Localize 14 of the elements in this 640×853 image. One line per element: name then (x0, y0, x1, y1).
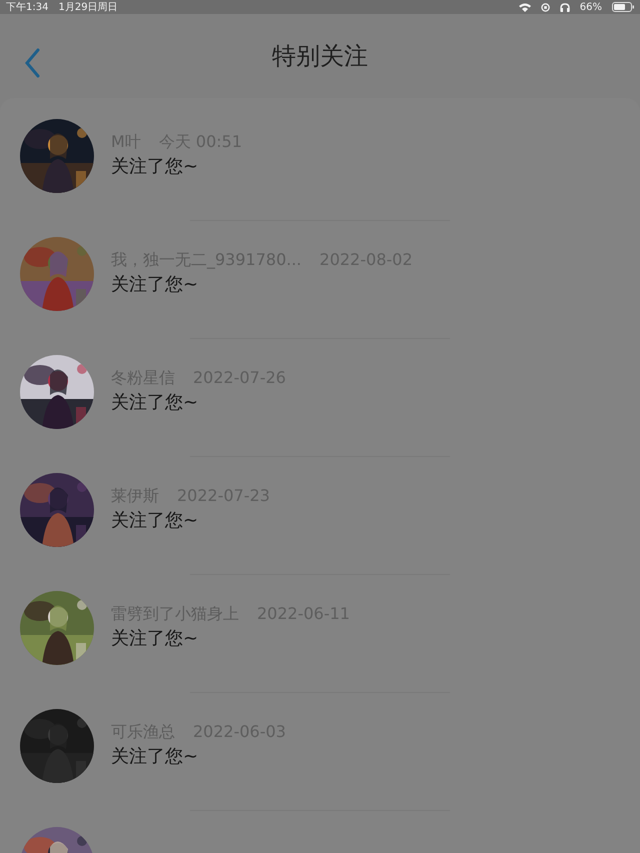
orientation-lock-icon (540, 2, 550, 12)
page-title: 特别关注 (272, 41, 368, 72)
status-date: 1月29日周日 (58, 1, 118, 14)
status-time: 下午1:34 (6, 1, 48, 14)
follow-message: 关注了您~ (111, 627, 200, 650)
follow-message: 关注了您~ (111, 745, 200, 768)
follow-message: 关注了您~ (111, 509, 200, 532)
follow-message: 关注了您~ (111, 155, 200, 178)
headphones-icon (560, 2, 570, 12)
battery-percent: 66% (580, 2, 602, 12)
follow-message: 关注了您~ (111, 391, 200, 414)
battery-icon (612, 2, 634, 12)
wifi-icon (518, 2, 531, 12)
follow-message: 关注了您~ (111, 273, 200, 296)
